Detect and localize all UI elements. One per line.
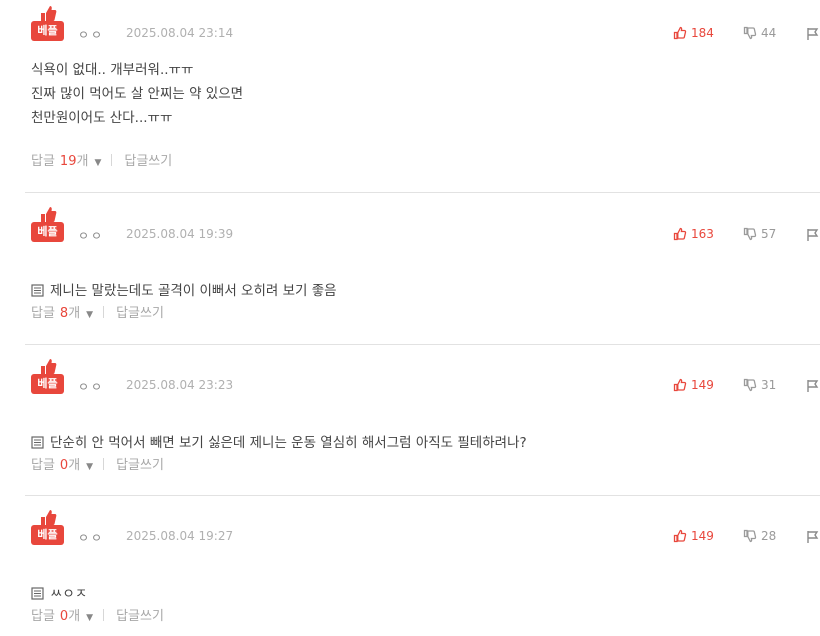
like-button[interactable]: 149 — [673, 378, 714, 392]
comment-item: 베플 ㅇㅇ 2025.08.04 19:27 149 28 ㅆㅇㅈ 답글 0개 ▼ … — [0, 496, 820, 636]
thumbs-up-icon — [673, 529, 687, 543]
comment-text: 단순히 안 먹어서 빼면 보기 싫은데 제니는 운동 열심히 해서그럼 아직도 … — [50, 435, 527, 451]
comment-text: 제니는 말랐는데도 골격이 이뻐서 오히려 보기 좋음 — [50, 283, 337, 299]
reply-count: 0 — [59, 458, 69, 473]
comment-text: ㅆㅇㅈ — [50, 586, 88, 602]
write-reply-link[interactable]: 답글쓰기 — [116, 454, 164, 473]
dislike-count: 28 — [761, 529, 777, 543]
dislike-count: 31 — [761, 378, 777, 392]
chevron-down-icon: ▼ — [94, 158, 102, 168]
like-button[interactable]: 149 — [673, 529, 714, 543]
thumbs-down-icon — [743, 378, 757, 392]
reply-toggle[interactable]: 답글 0개 ▼ — [31, 605, 93, 624]
chevron-down-icon: ▼ — [86, 462, 94, 472]
reply-toggle[interactable]: 답글 19개 ▼ — [31, 150, 101, 169]
reply-count: 19 — [59, 154, 77, 169]
reply-label: 답글 — [31, 154, 55, 169]
comment-date: 2025.08.04 19:27 — [126, 529, 234, 543]
reply-count: 8 — [59, 306, 69, 321]
reply-bar: 답글 0개 ▼ 답글쓰기 — [31, 454, 164, 473]
reply-unit: 개 — [68, 306, 81, 321]
comment-author[interactable]: ㅇㅇ — [78, 529, 104, 546]
reply-unit: 개 — [68, 458, 81, 473]
comment-body: ㅆㅇㅈ — [31, 558, 87, 606]
reply-bar: 답글 19개 ▼ 답글쓰기 — [31, 150, 172, 169]
thumbs-up-icon — [673, 378, 687, 392]
reply-toggle[interactable]: 답글 8개 ▼ — [31, 302, 93, 321]
write-reply-link[interactable]: 답글쓰기 — [124, 150, 172, 169]
best-badge: 베플 — [31, 205, 64, 243]
report-icon[interactable] — [806, 228, 820, 242]
image-icon — [31, 284, 44, 297]
dislike-count: 44 — [761, 26, 777, 40]
image-icon — [31, 587, 44, 600]
reply-toggle[interactable]: 답글 0개 ▼ — [31, 454, 93, 473]
image-icon — [31, 436, 44, 449]
comment-item: 베플 ㅇㅇ 2025.08.04 23:14 184 44 식욕이 없대.. 개… — [0, 0, 820, 190]
comment-body: 단순히 안 먹어서 빼면 보기 싫은데 제니는 운동 열심히 해서그럼 아직도 … — [31, 407, 527, 455]
comment-item: 베플 ㅇㅇ 2025.08.04 19:39 163 57 제니는 말랐는데도 … — [0, 193, 820, 343]
thumbs-down-icon — [743, 529, 757, 543]
comment-date: 2025.08.04 19:39 — [126, 227, 234, 241]
dislike-button[interactable]: 57 — [743, 227, 776, 241]
comment-body: 제니는 말랐는데도 골격이 이뻐서 오히려 보기 좋음 — [31, 255, 337, 303]
reply-count: 0 — [59, 609, 69, 624]
best-badge-label: 베플 — [31, 374, 64, 394]
best-badge-label: 베플 — [31, 21, 64, 41]
separator — [111, 153, 113, 166]
like-count: 163 — [691, 227, 714, 241]
comment-date: 2025.08.04 23:23 — [126, 378, 234, 392]
thumbs-down-icon — [743, 227, 757, 241]
thumbs-down-icon — [743, 26, 757, 40]
dislike-button[interactable]: 44 — [743, 26, 776, 40]
dislike-button[interactable]: 28 — [743, 529, 776, 543]
chevron-down-icon: ▼ — [86, 613, 94, 623]
separator — [103, 305, 105, 318]
like-count: 149 — [691, 529, 714, 543]
reply-bar: 답글 0개 ▼ 답글쓰기 — [31, 605, 164, 624]
report-icon[interactable] — [806, 530, 820, 544]
comment-author[interactable]: ㅇㅇ — [78, 26, 104, 43]
best-badge: 베플 — [31, 508, 64, 546]
separator — [103, 608, 105, 621]
best-badge-label: 베플 — [31, 222, 64, 242]
dislike-button[interactable]: 31 — [743, 378, 776, 392]
reply-label: 답글 — [31, 458, 55, 473]
reply-bar: 답글 8개 ▼ 답글쓰기 — [31, 302, 164, 321]
best-badge: 베플 — [31, 357, 64, 395]
thumbs-up-icon — [673, 26, 687, 40]
write-reply-link[interactable]: 답글쓰기 — [116, 605, 164, 624]
reply-label: 답글 — [31, 306, 55, 321]
comment-item: 베플 ㅇㅇ 2025.08.04 23:23 149 31 단순히 안 먹어서 … — [0, 345, 820, 495]
write-reply-link[interactable]: 답글쓰기 — [116, 302, 164, 321]
comment-author[interactable]: ㅇㅇ — [78, 227, 104, 244]
dislike-count: 57 — [761, 227, 777, 241]
reply-unit: 개 — [76, 154, 89, 169]
like-button[interactable]: 184 — [673, 26, 714, 40]
chevron-down-icon: ▼ — [86, 310, 94, 320]
comment-author[interactable]: ㅇㅇ — [78, 378, 104, 395]
best-badge-label: 베플 — [31, 525, 64, 545]
comment-date: 2025.08.04 23:14 — [126, 26, 234, 40]
report-icon[interactable] — [806, 379, 820, 393]
like-count: 184 — [691, 26, 714, 40]
like-count: 149 — [691, 378, 714, 392]
thumbs-up-icon — [673, 227, 687, 241]
separator — [103, 457, 105, 470]
reply-unit: 개 — [68, 609, 81, 624]
reply-label: 답글 — [31, 609, 55, 624]
best-badge: 베플 — [31, 4, 64, 42]
like-button[interactable]: 163 — [673, 227, 714, 241]
comment-text: 식욕이 없대.. 개부러워..ㅠㅠ 진짜 많이 먹어도 살 안찌는 약 있으면 … — [31, 62, 244, 126]
report-icon[interactable] — [806, 27, 820, 41]
